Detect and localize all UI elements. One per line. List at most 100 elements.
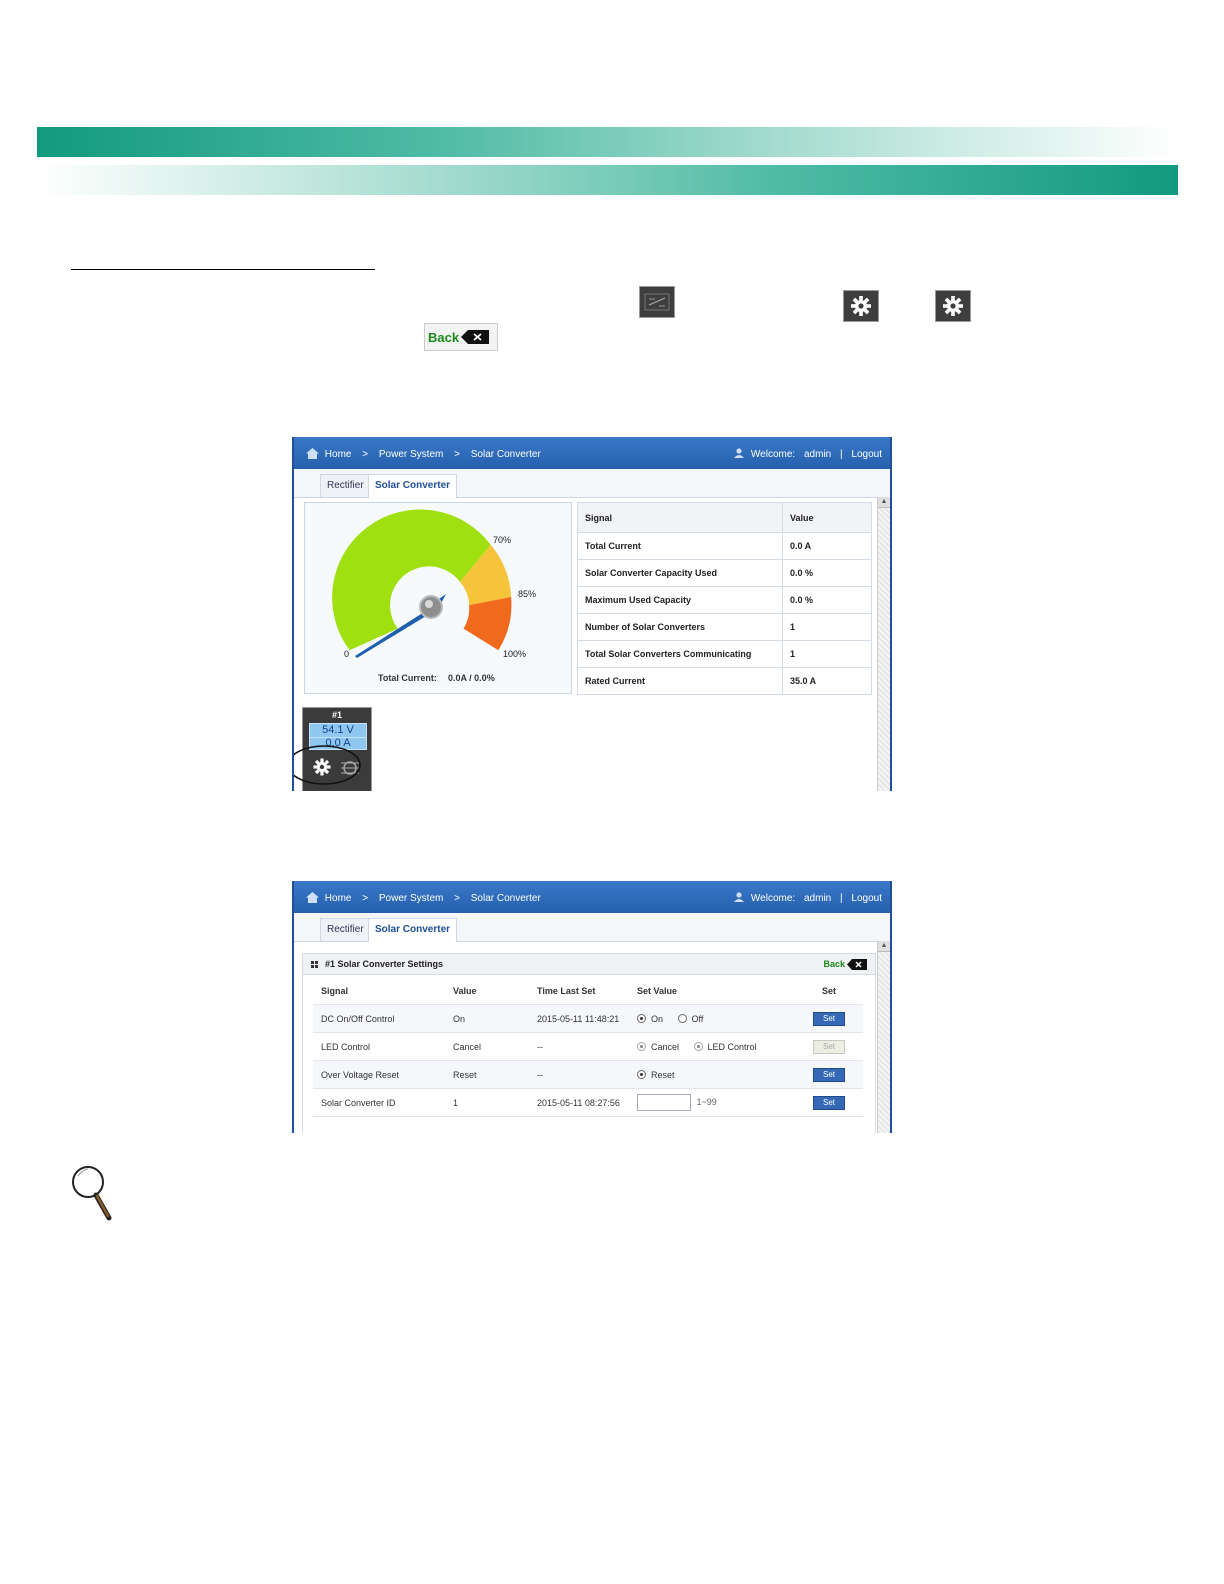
delete-arrow-icon <box>461 330 489 344</box>
signal-name: Maximum Used Capacity <box>577 586 783 614</box>
back-button-example: Back <box>424 323 498 351</box>
gear-icon <box>843 290 879 322</box>
radio-cancel-label: Cancel <box>651 1041 680 1052</box>
signal-value: Cancel <box>445 1032 529 1061</box>
set-cell: Set <box>795 1004 863 1033</box>
set-button[interactable]: Set <box>813 1011 845 1026</box>
column-header-value: Value <box>782 502 872 533</box>
set-button-disabled[interactable]: Set <box>813 1039 845 1054</box>
tab-solar-converter[interactable]: Solar Converter <box>368 918 458 942</box>
id-range-hint: 1~99 <box>696 1096 717 1107</box>
breadcrumb-home[interactable]: Home <box>325 449 352 460</box>
top-navigation-bar: Home > Power System > Solar Converter We… <box>294 437 890 469</box>
section-heading-underline <box>71 269 375 270</box>
signal-value: 1 <box>782 640 872 668</box>
table-row: Maximum Used Capacity 0.0 % <box>577 586 872 614</box>
radio-reset-label: Reset <box>651 1069 675 1080</box>
settings-panel-title: #1 Solar Converter Settings <box>325 959 444 969</box>
col-header-value: Value <box>445 978 529 1005</box>
home-icon <box>306 448 319 459</box>
breadcrumb-separator: > <box>362 449 369 460</box>
header-band-bottom <box>37 165 1178 195</box>
breadcrumb: Home > Power System > Solar Converter <box>306 892 549 904</box>
table-row: Solar Converter Capacity Used 0.0 % <box>577 559 872 587</box>
tab-bar: Rectifier Solar Converter <box>294 469 890 498</box>
user-separator: | <box>840 449 843 460</box>
top-navigation-bar: Home > Power System > Solar Converter We… <box>294 881 890 913</box>
vertical-scrollbar[interactable]: ▲ <box>877 941 890 1133</box>
gauge-caption-label: Total Current: <box>378 673 437 683</box>
breadcrumb-separator: > <box>454 449 460 460</box>
username: admin <box>803 893 832 904</box>
gauge-label-85: 85% <box>518 589 536 599</box>
table-row: Total Current 0.0 A <box>577 532 872 560</box>
column-header-signal: Signal <box>577 502 783 533</box>
breadcrumb-home[interactable]: Home <box>325 893 352 904</box>
welcome-area: Welcome: admin | Logout <box>734 448 882 460</box>
time-last-set: -- <box>529 1032 629 1061</box>
set-cell: Set <box>795 1032 863 1061</box>
table-row: LED Control Cancel -- Cancel LED Control… <box>313 1032 863 1061</box>
table-row: Rated Current 35.0 A <box>577 667 872 695</box>
screenshot-solar-converter-settings: Home > Power System > Solar Converter We… <box>292 881 892 1133</box>
table-row: Over Voltage Reset Reset -- Reset Set <box>313 1060 863 1089</box>
signal-name: Rated Current <box>577 667 783 695</box>
signal-name: Solar Converter ID <box>313 1088 445 1117</box>
signal-name: Total Current <box>577 532 783 560</box>
logout-link[interactable]: Logout <box>851 449 882 460</box>
signal-name: Number of Solar Converters <box>577 613 783 641</box>
time-last-set: 2015-05-11 08:27:56 <box>529 1088 629 1117</box>
back-link[interactable]: Back <box>823 959 845 969</box>
set-cell: Set <box>795 1088 863 1117</box>
user-icon <box>734 892 745 902</box>
vertical-scrollbar[interactable]: ▲ <box>877 497 890 791</box>
radio-cancel[interactable] <box>637 1041 646 1051</box>
grid-icon <box>311 961 318 968</box>
time-last-set: -- <box>529 1060 629 1089</box>
radio-off-label: Off <box>691 1013 704 1024</box>
settings-table: Signal Value Time Last Set Set Value Set… <box>313 978 863 1117</box>
breadcrumb-separator: > <box>454 893 460 904</box>
radio-reset[interactable] <box>637 1069 646 1079</box>
back-button-label: Back <box>428 330 460 345</box>
signal-value: 35.0 A <box>782 667 872 695</box>
tab-solar-converter[interactable]: Solar Converter <box>368 474 458 498</box>
breadcrumb-solar-converter[interactable]: Solar Converter <box>471 449 541 460</box>
radio-off[interactable] <box>677 1013 687 1023</box>
breadcrumb-power-system[interactable]: Power System <box>379 449 443 460</box>
set-button[interactable]: Set <box>813 1067 845 1082</box>
breadcrumb-power-system[interactable]: Power System <box>379 893 443 904</box>
logout-link[interactable]: Logout <box>851 893 882 904</box>
time-last-set: 2015-05-11 11:48:21 <box>529 1004 629 1033</box>
home-icon <box>306 892 319 903</box>
signal-value: 1 <box>782 613 872 641</box>
gauge-caption-value: 0.0A / 0.0% <box>448 673 495 683</box>
tab-bar: Rectifier Solar Converter <box>294 913 890 942</box>
table-row: DC On/Off Control On 2015-05-11 11:48:21… <box>313 1004 863 1033</box>
highlight-ellipse <box>294 745 361 785</box>
breadcrumb-solar-converter[interactable]: Solar Converter <box>471 893 541 904</box>
settings-panel: #1 Solar Converter Settings Back Signal … <box>302 953 876 1133</box>
col-header-set: Set <box>795 978 863 1005</box>
set-value-cell: Reset <box>629 1060 795 1089</box>
breadcrumb: Home > Power System > Solar Converter <box>306 448 549 460</box>
screenshot-solar-converter-overview: Home > Power System > Solar Converter We… <box>292 437 892 791</box>
tab-rectifier[interactable]: Rectifier <box>320 918 371 941</box>
signal-name: Solar Converter Capacity Used <box>577 559 783 587</box>
radio-led-control[interactable] <box>693 1041 703 1051</box>
signal-name: Over Voltage Reset <box>313 1060 445 1089</box>
table-row: Total Solar Converters Communicating 1 <box>577 640 872 668</box>
gauge-arc-orange <box>463 597 512 651</box>
welcome-label: Welcome: <box>750 893 796 904</box>
solar-converter-id-input[interactable] <box>637 1094 691 1111</box>
user-icon <box>734 448 745 458</box>
back-delete-icon[interactable] <box>847 959 867 970</box>
current-gauge: 70% 85% 100% 0 Total Current: 0.0A / 0.0… <box>332 509 536 683</box>
set-button[interactable]: Set <box>813 1095 845 1110</box>
welcome-label: Welcome: <box>750 449 796 460</box>
magnifying-glass-icon <box>72 1166 112 1221</box>
radio-on[interactable] <box>637 1013 646 1023</box>
table-row: Number of Solar Converters 1 <box>577 613 872 641</box>
solar-converter-icon <box>639 286 675 318</box>
tab-rectifier[interactable]: Rectifier <box>320 474 371 497</box>
